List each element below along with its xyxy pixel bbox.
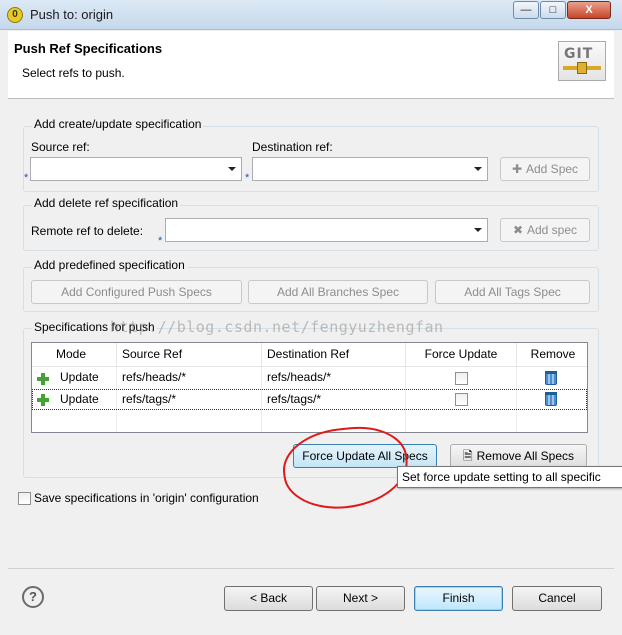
plus-icon: ✚ xyxy=(511,162,522,176)
add-configured-push-specs-button[interactable]: Add Configured Push Specs xyxy=(31,280,242,304)
back-button[interactable]: < Back xyxy=(224,586,313,611)
create-update-group-label: Add create/update specification xyxy=(32,117,204,131)
row-mode: Update xyxy=(60,370,99,384)
window-title: Push to: origin xyxy=(30,7,114,22)
close-button[interactable]: X xyxy=(567,1,611,19)
remove-all-specs-label: Remove All Specs xyxy=(476,449,575,463)
predefined-group-label: Add predefined specification xyxy=(32,258,187,272)
remove-all-specs-button[interactable]: 🗎 Remove All Specs xyxy=(450,444,587,468)
maximize-button[interactable]: □ xyxy=(540,1,566,19)
delete-ref-group-label: Add delete ref specification xyxy=(32,196,181,210)
chevron-down-icon xyxy=(474,228,482,232)
delete-x-icon: ✖ xyxy=(512,223,523,237)
remove-document-icon: 🗎 xyxy=(462,449,473,463)
row-destination-ref: refs/tags/* xyxy=(267,392,322,406)
add-all-tags-spec-button[interactable]: Add All Tags Spec xyxy=(435,280,590,304)
destination-ref-combo[interactable] xyxy=(252,157,488,181)
column-header-source-ref[interactable]: Source Ref xyxy=(117,343,262,367)
row-mode: Update xyxy=(60,392,99,406)
page-subtitle: Select refs to push. xyxy=(22,66,125,80)
column-header-force-update[interactable]: Force Update xyxy=(406,343,517,367)
source-ref-combo[interactable] xyxy=(30,157,242,181)
save-specs-checkbox[interactable] xyxy=(18,492,31,505)
row-source-ref: refs/tags/* xyxy=(122,392,177,406)
dest-required-marker: * xyxy=(245,172,250,184)
cancel-button[interactable]: Cancel xyxy=(512,586,602,611)
help-icon[interactable]: ? xyxy=(22,586,44,608)
plus-icon xyxy=(36,372,50,386)
git-logo-text: GIT xyxy=(564,46,594,62)
force-update-checkbox[interactable] xyxy=(455,372,468,385)
remote-ref-combo[interactable] xyxy=(165,218,488,242)
column-header-remove[interactable]: Remove xyxy=(517,343,587,367)
destination-ref-label: Destination ref: xyxy=(252,140,333,154)
add-spec-button[interactable]: ✚ Add Spec xyxy=(500,157,590,181)
add-all-branches-spec-button[interactable]: Add All Branches Spec xyxy=(248,280,428,304)
row-destination-ref: refs/heads/* xyxy=(267,370,332,384)
eclipse-app-icon: 0 xyxy=(7,7,23,23)
finish-button[interactable]: Finish xyxy=(414,586,503,611)
next-button[interactable]: Next > xyxy=(316,586,405,611)
title-bar: 0 Push to: origin — □ X xyxy=(0,0,622,30)
git-logo-icon: GIT xyxy=(558,41,606,81)
add-delete-spec-label: Add spec xyxy=(527,223,578,237)
add-delete-spec-button[interactable]: ✖ Add spec xyxy=(500,218,590,242)
trash-icon[interactable] xyxy=(545,392,557,406)
save-specs-label: Save specifications in 'origin' configur… xyxy=(34,491,259,505)
chevron-down-icon xyxy=(474,167,482,171)
column-header-mode[interactable]: Mode xyxy=(32,343,117,367)
watermark-text: http://blog.csdn.net/fengyuzhengfan xyxy=(110,318,444,336)
chevron-down-icon xyxy=(228,167,236,171)
tooltip: Set force update setting to all specific xyxy=(397,466,622,488)
column-header-destination-ref[interactable]: Destination Ref xyxy=(262,343,406,367)
source-ref-label: Source ref: xyxy=(31,140,90,154)
wizard-banner: Push Ref Specifications Select refs to p… xyxy=(8,31,614,99)
table-row[interactable]: Update refs/tags/* refs/tags/* xyxy=(32,389,587,410)
footer-separator xyxy=(8,568,614,569)
trash-icon[interactable] xyxy=(545,371,557,385)
page-title: Push Ref Specifications xyxy=(14,41,163,56)
specifications-table: Mode Source Ref Destination Ref Force Up… xyxy=(31,342,588,433)
row-source-ref: refs/heads/* xyxy=(122,370,187,384)
force-update-checkbox[interactable] xyxy=(455,393,468,406)
plus-icon xyxy=(36,393,50,407)
add-spec-label: Add Spec xyxy=(526,162,579,176)
remote-ref-label: Remote ref to delete: xyxy=(31,224,144,238)
minimize-button[interactable]: — xyxy=(513,1,539,19)
source-required-marker: * xyxy=(24,172,29,184)
remote-required-marker: * xyxy=(158,235,163,247)
table-row[interactable]: Update refs/heads/* refs/heads/* xyxy=(32,368,587,389)
